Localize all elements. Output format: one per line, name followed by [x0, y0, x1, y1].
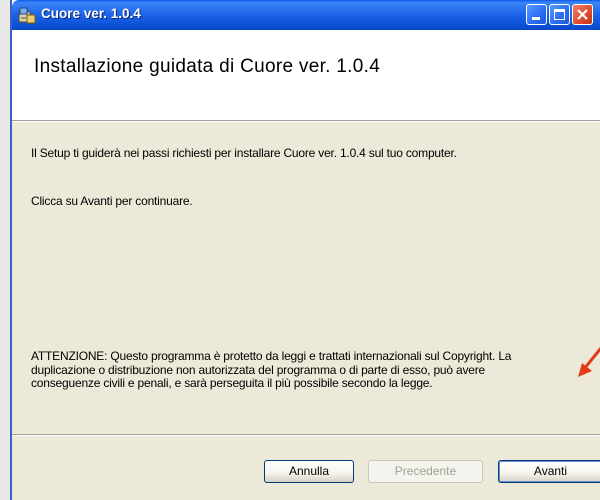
annotation-arrow-icon	[578, 346, 600, 377]
maximize-button[interactable]	[549, 4, 570, 25]
cancel-button[interactable]: Annulla	[264, 460, 354, 483]
close-button[interactable]	[572, 4, 593, 25]
minimize-icon	[532, 17, 540, 20]
wizard-header: Installazione guidata di Cuore ver. 1.0.…	[12, 30, 600, 120]
wizard-footer: Annulla Precedente Avanti	[12, 436, 600, 500]
window-title: Cuore ver. 1.0.4	[41, 6, 141, 21]
title-bar[interactable]: Cuore ver. 1.0.4	[12, 0, 600, 30]
instruction-text: Clicca su Avanti per continuare.	[31, 194, 193, 208]
warning-line: duplicazione o distribuzione non autoriz…	[31, 362, 486, 377]
warning-line: conseguenze civili e penali, e sarà pers…	[31, 376, 433, 390]
minimize-button[interactable]	[526, 4, 547, 25]
installer-window: Cuore ver. 1.0.4 Installazione guidata d…	[12, 0, 600, 500]
background-window-strip	[0, 0, 12, 500]
installer-icon	[18, 6, 36, 24]
maximize-icon	[554, 9, 565, 20]
intro-text: Il Setup ti guiderà nei passi richiesti …	[31, 146, 457, 160]
back-button[interactable]: Precedente	[368, 460, 483, 483]
next-button[interactable]: Avanti	[498, 460, 600, 483]
wizard-content: Il Setup ti guiderà nei passi richiesti …	[12, 122, 600, 434]
close-icon	[577, 9, 588, 20]
copyright-warning: ATTENZIONE: Questo programma è protetto …	[31, 349, 586, 391]
page-title: Installazione guidata di Cuore ver. 1.0.…	[34, 56, 381, 77]
warning-line: ATTENZIONE: Questo programma è protetto …	[31, 349, 512, 363]
